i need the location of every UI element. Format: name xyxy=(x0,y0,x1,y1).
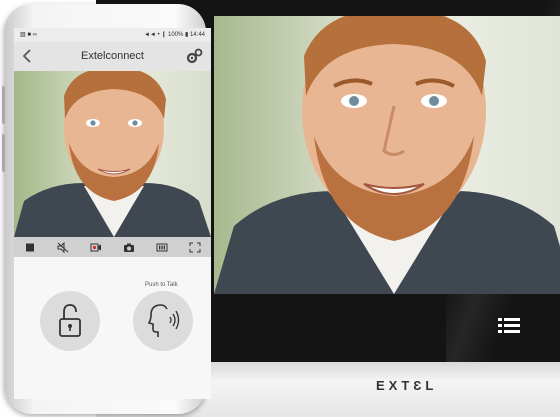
record-button[interactable] xyxy=(80,237,113,257)
fullscreen-icon xyxy=(189,242,201,252)
mute-speaker-icon xyxy=(57,241,69,253)
monitor-brand: EXTƐL xyxy=(376,378,438,393)
hamburger-list-icon[interactable] xyxy=(498,318,520,334)
keypad-button[interactable] xyxy=(145,237,178,257)
call-toolbar xyxy=(14,237,211,257)
camera-snapshot-icon xyxy=(123,243,134,252)
mute-button[interactable] xyxy=(47,237,80,257)
smartphone: ▧ ■ ∞ ◄◄ • ❙ 100% ▮ 14:44 Extelconnect P… xyxy=(2,4,211,414)
snapshot-button[interactable] xyxy=(112,237,145,257)
power-button xyxy=(2,134,5,172)
push-to-talk-button[interactable] xyxy=(133,291,193,351)
push-to-talk-label: Push to Talk xyxy=(145,282,178,288)
unlock-door-button[interactable] xyxy=(40,291,100,351)
stop-button[interactable] xyxy=(14,237,47,257)
fullscreen-button[interactable] xyxy=(178,237,211,257)
stop-icon xyxy=(26,243,35,251)
door-controls: Push to Talk xyxy=(14,257,211,399)
talking-head-icon xyxy=(147,304,180,337)
phone-video-feed xyxy=(14,71,211,237)
keypad-icon xyxy=(156,243,168,251)
status-right: ◄◄ • ❙ 100% ▮ 14:44 xyxy=(143,32,205,38)
visitor-portrait-small xyxy=(14,71,211,237)
visitor-portrait xyxy=(214,16,560,294)
status-bar: ▧ ■ ∞ ◄◄ • ❙ 100% ▮ 14:44 xyxy=(14,28,211,42)
app-bar: Extelconnect xyxy=(14,42,211,71)
volume-button xyxy=(2,86,5,124)
monitor-video-feed xyxy=(214,16,560,294)
record-video-icon xyxy=(90,243,102,251)
phone-screen: ▧ ■ ∞ ◄◄ • ❙ 100% ▮ 14:44 Extelconnect P… xyxy=(14,28,211,399)
unlock-padlock-icon xyxy=(59,304,81,337)
gears-icon[interactable] xyxy=(186,48,203,65)
status-left-icons: ▧ ■ ∞ xyxy=(20,32,37,38)
app-title: Extelconnect xyxy=(81,50,144,62)
